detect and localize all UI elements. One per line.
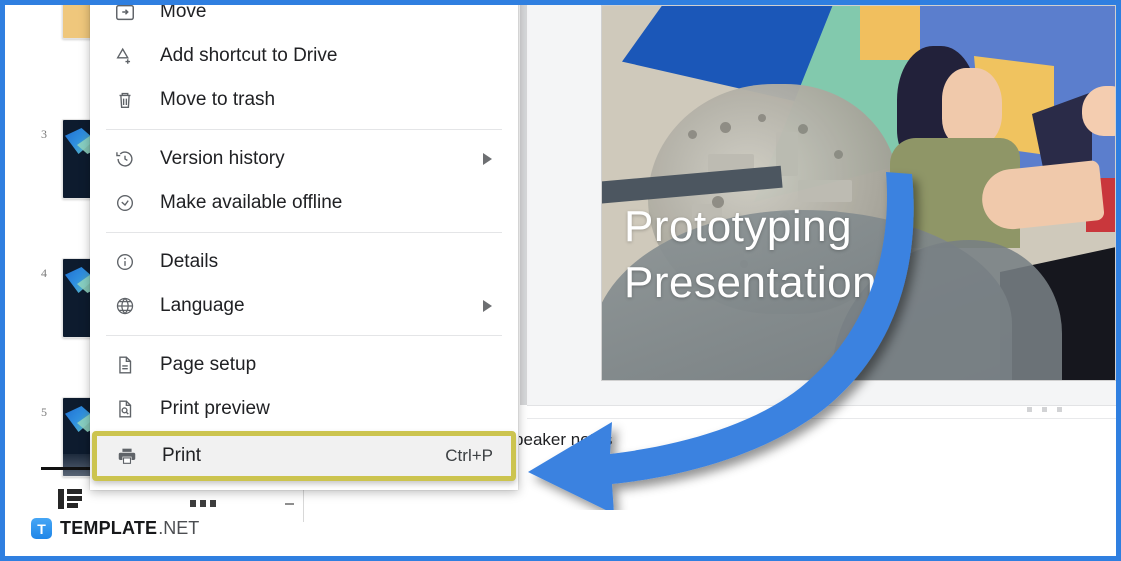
menu-item-version-history[interactable]: Version history <box>90 137 518 181</box>
toolbar-dash-icon <box>285 503 294 505</box>
menu-item-print-preview[interactable]: Print preview <box>90 387 518 431</box>
move-to-folder-icon <box>114 1 136 23</box>
menu-item-make-available-offline[interactable]: Make available offline <box>90 181 518 225</box>
menu-item-print[interactable]: Print Ctrl+P <box>92 431 516 481</box>
speaker-notes-placeholder: Click to add speaker notes <box>519 430 613 449</box>
trash-icon <box>114 89 136 111</box>
menu-item-label: Print preview <box>160 398 270 419</box>
notes-resize-handle[interactable] <box>1027 407 1062 412</box>
menu-item-label: Page setup <box>160 354 257 375</box>
chevron-right-icon <box>483 153 492 165</box>
slide-number: 3 <box>41 127 47 141</box>
menu-item-move-to-trash[interactable]: Move to trash <box>90 78 518 122</box>
screenshot-root: 3 4 5 Prototyping Presentation eaker not… <box>0 0 1121 561</box>
menu-item-label: Make available offline <box>160 192 343 213</box>
menu-item-page-setup[interactable]: Page setup <box>90 343 518 387</box>
menu-item-label: Language <box>160 295 245 316</box>
print-preview-icon <box>114 398 136 420</box>
watermark-tld: .NET <box>158 518 200 538</box>
illustration-hand <box>1082 86 1115 136</box>
illustration-person-face <box>942 68 1002 146</box>
template-logo-icon: T <box>31 518 52 539</box>
menu-item-add-shortcut[interactable]: Add shortcut to Drive <box>90 34 518 78</box>
menu-item-language[interactable]: Language <box>90 284 518 328</box>
menu-item-move[interactable]: Move <box>90 0 518 34</box>
template-net-watermark: T TEMPLATE .NET <box>31 518 199 539</box>
slide-number: 4 <box>41 266 47 280</box>
add-shortcut-icon <box>114 45 136 67</box>
info-icon <box>114 251 136 273</box>
watermark-brand: TEMPLATE <box>60 518 158 538</box>
document-icon <box>114 354 136 376</box>
menu-item-details[interactable]: Details <box>90 240 518 284</box>
menu-item-label: Print <box>162 445 202 466</box>
file-context-menu[interactable]: Move Add shortcut to Drive Move to trash <box>90 0 518 490</box>
slide-preview[interactable]: Prototyping Presentation <box>601 5 1116 381</box>
globe-icon <box>114 295 136 317</box>
layout-grid-icon[interactable] <box>58 489 82 509</box>
menu-item-label: Add shortcut to Drive <box>160 45 338 66</box>
history-clock-icon <box>114 148 136 170</box>
menu-item-label: Version history <box>160 148 285 169</box>
notes-divider <box>527 405 1116 406</box>
slide-number: 5 <box>41 405 47 419</box>
menu-separator <box>106 129 502 130</box>
slide-title-line-1: Prototyping <box>624 202 853 251</box>
toolbar-divider <box>303 490 304 522</box>
menu-item-label: Move <box>160 1 207 22</box>
printer-icon <box>116 445 138 467</box>
menu-item-label: Move to trash <box>160 89 276 110</box>
slide-title[interactable]: Prototyping Presentation <box>624 199 1014 311</box>
menu-item-label: Details <box>160 251 219 272</box>
offline-check-icon <box>114 192 136 214</box>
more-options-icon[interactable] <box>190 500 216 507</box>
notes-divider <box>527 418 1116 419</box>
chevron-right-icon <box>483 300 492 312</box>
menu-item-shortcut: Ctrl+P <box>445 446 493 465</box>
speaker-notes-field[interactable]: Click to add speaker notes <box>519 424 619 456</box>
slide-title-line-2: Presentation <box>624 258 878 307</box>
menu-separator <box>106 232 502 233</box>
menu-separator <box>106 335 502 336</box>
